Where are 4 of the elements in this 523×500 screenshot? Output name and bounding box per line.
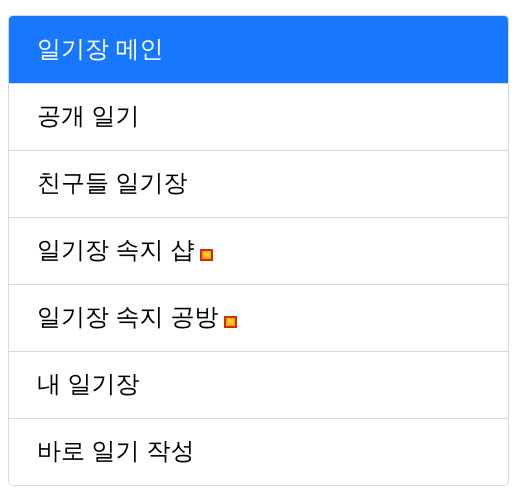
menu-item[interactable]: 일기장 메인 (9, 16, 508, 83)
new-badge: N (200, 249, 214, 261)
menu-item[interactable]: 바로 일기 작성 (9, 418, 508, 485)
new-badge: N (224, 316, 238, 328)
